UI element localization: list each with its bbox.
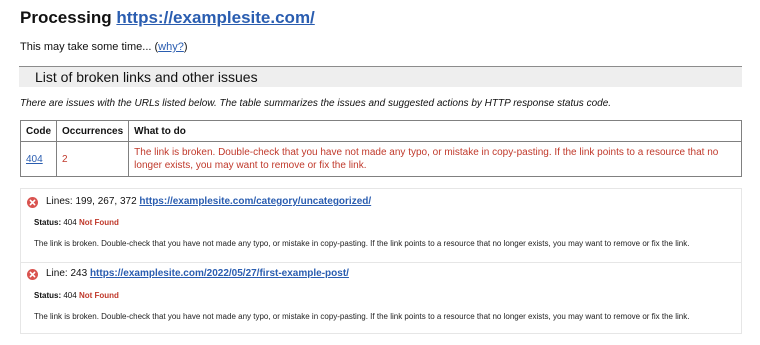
status-text: Not Found (78, 291, 119, 300)
issue-lines-label: Lines: 199, 267, 372 (46, 196, 137, 207)
issue-lines: Line: 243 https://examplesite.com/2022/0… (46, 268, 349, 279)
status-label: Status: (34, 291, 62, 300)
status-label: Status: (34, 218, 62, 227)
header-occurrences: Occurrences (55, 120, 130, 142)
section-title: List of broken links and other issues (35, 69, 258, 85)
issue-url-link[interactable]: https://examplesite.com/category/uncateg… (139, 196, 371, 207)
page-title: Processing https://examplesite.com/ (20, 8, 315, 28)
issue-item: Lines: 199, 267, 372 https://examplesite… (21, 189, 741, 262)
error-circle-x-icon (27, 197, 38, 208)
issue-message: The link is broken. Double-check that yo… (34, 239, 690, 248)
section-header: List of broken links and other issues (19, 66, 742, 87)
header-what-to-do: What to do (128, 120, 742, 142)
issue-status: Status: 404 Not Found (34, 291, 119, 300)
error-circle-x-icon (27, 269, 38, 280)
summary-header-row: Code Occurrences What to do (20, 120, 742, 142)
issue-item: Line: 243 https://examplesite.com/2022/0… (21, 262, 741, 335)
processing-label: Processing (20, 8, 112, 27)
progress-message: This may take some time... (why?) (20, 41, 188, 53)
what-to-do-cell: The link is broken. Double-check that yo… (128, 141, 742, 177)
progress-close-paren: ) (183, 41, 188, 53)
progress-text: This may take some time... ( (20, 41, 159, 53)
issues-list: Lines: 199, 267, 372 https://examplesite… (20, 188, 742, 334)
status-code: 404 (63, 291, 77, 300)
issue-url-link[interactable]: https://examplesite.com/2022/05/27/first… (90, 268, 349, 279)
status-code: 404 (63, 218, 77, 227)
status-text: Not Found (78, 218, 119, 227)
issue-message: The link is broken. Double-check that yo… (34, 312, 690, 321)
issue-lines-label: Line: 243 (46, 268, 88, 279)
table-row: 404 2 The link is broken. Double-check t… (20, 141, 742, 177)
code-link[interactable]: 404 (26, 154, 43, 165)
why-link[interactable]: why? (158, 41, 184, 53)
issue-lines: Lines: 199, 267, 372 https://examplesite… (46, 196, 371, 207)
occurrences-cell: 2 (55, 141, 130, 177)
summary-table: Code Occurrences What to do 404 2 The li… (20, 120, 742, 177)
header-code: Code (20, 120, 57, 142)
site-url-link[interactable]: https://examplesite.com/ (116, 8, 314, 27)
intro-text: There are issues with the URLs listed be… (20, 98, 612, 109)
issue-status: Status: 404 Not Found (34, 218, 119, 227)
code-cell: 404 (20, 141, 57, 177)
